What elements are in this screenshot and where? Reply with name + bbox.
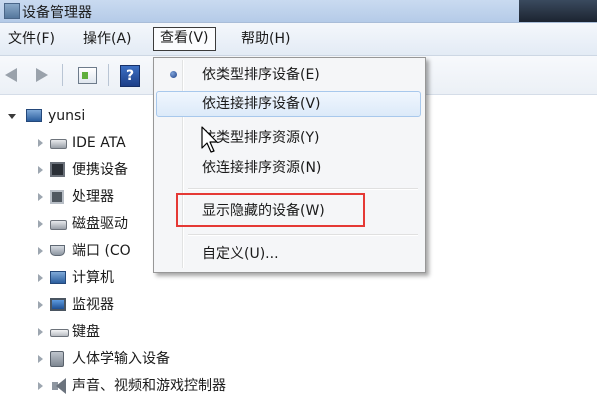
sound-icon: [52, 378, 66, 394]
properties-button[interactable]: [76, 64, 98, 86]
menu-sort-devices-by-type[interactable]: 依类型排序设备(E): [156, 62, 421, 88]
menu-sort-resources-by-connection[interactable]: 依连接排序资源(N): [156, 155, 421, 181]
expand-icon[interactable]: [38, 355, 43, 363]
menu-file[interactable]: 文件(F): [2, 28, 61, 50]
help-icon: ?: [120, 65, 140, 87]
expand-icon[interactable]: [38, 247, 43, 255]
tree-node-label: 处理器: [72, 189, 114, 205]
menu-item-label: 依连接排序设备(V): [202, 96, 321, 112]
forward-arrow-icon: [36, 68, 48, 82]
title-bar-controls-area: [519, 0, 597, 22]
menu-item-label: 依连接排序资源(N): [202, 160, 322, 176]
keyboard-icon: [50, 329, 69, 337]
processor-icon: [50, 190, 64, 204]
menu-help[interactable]: 帮助(H): [235, 28, 296, 50]
title-bar: 设备管理器: [0, 0, 597, 23]
toolbar-separator: [108, 64, 109, 86]
properties-icon: [78, 67, 97, 84]
menu-sort-devices-by-connection[interactable]: 依连接排序设备(V): [156, 91, 421, 117]
expand-icon[interactable]: [38, 139, 43, 147]
menu-item-label: 显示隐藏的设备(W): [202, 203, 325, 219]
radio-bullet-icon: [170, 71, 177, 78]
tree-node-label: IDE ATA: [72, 135, 126, 151]
menu-bar: 文件(F) 操作(A) 查看(V) 帮助(H): [0, 23, 597, 56]
computer-root-icon: [26, 109, 42, 122]
toolbar-separator: [62, 64, 63, 86]
expand-icon[interactable]: [38, 382, 43, 390]
tree-node-label: 计算机: [72, 270, 114, 286]
expand-icon[interactable]: [38, 328, 43, 336]
tree-node-label: 声音、视频和游戏控制器: [72, 378, 226, 394]
forward-button[interactable]: [30, 64, 52, 86]
menu-separator: [188, 234, 418, 236]
disk-drive-icon: [50, 220, 67, 230]
menu-separator: [188, 188, 418, 190]
menu-sort-resources-by-type[interactable]: 依类型排序资源(Y): [156, 125, 421, 151]
tree-node-label: 键盘: [72, 324, 100, 340]
portable-device-icon: [50, 162, 65, 177]
tree-node-label: 人体学输入设备: [72, 351, 170, 367]
ide-controller-icon: [50, 139, 67, 149]
tree-root-label: yunsi: [48, 108, 86, 124]
tree-node-label: 便携设备: [72, 162, 128, 178]
menu-item-label: 依类型排序设备(E): [202, 67, 320, 83]
back-arrow-icon: [5, 68, 17, 82]
computer-icon: [50, 271, 66, 284]
back-button[interactable]: [2, 64, 24, 86]
mouse-cursor-icon: [201, 126, 218, 153]
collapse-icon[interactable]: [8, 114, 16, 119]
menu-view[interactable]: 查看(V): [153, 27, 216, 51]
expand-icon[interactable]: [38, 301, 43, 309]
tree-node-label: 端口 (CO: [72, 243, 131, 259]
expand-icon[interactable]: [38, 193, 43, 201]
menu-customize[interactable]: 自定义(U)...: [156, 241, 421, 267]
expand-icon[interactable]: [38, 220, 43, 228]
view-menu-dropdown: 依类型排序设备(E) 依连接排序设备(V) 依类型排序资源(Y) 依连接排序资源…: [153, 57, 426, 273]
device-manager-icon: [4, 3, 20, 19]
menu-item-label: 自定义(U)...: [202, 246, 279, 262]
window-title: 设备管理器: [22, 5, 92, 21]
port-icon: [50, 245, 65, 256]
help-button[interactable]: ?: [118, 64, 140, 87]
menu-show-hidden-devices[interactable]: 显示隐藏的设备(W): [156, 198, 421, 224]
expand-icon[interactable]: [38, 274, 43, 282]
hid-icon: [50, 351, 64, 367]
monitor-icon: [50, 298, 66, 311]
expand-icon[interactable]: [38, 166, 43, 174]
tree-node-label: 监视器: [72, 297, 114, 313]
menu-action[interactable]: 操作(A): [77, 28, 138, 50]
tree-node-label: 磁盘驱动: [72, 216, 128, 232]
